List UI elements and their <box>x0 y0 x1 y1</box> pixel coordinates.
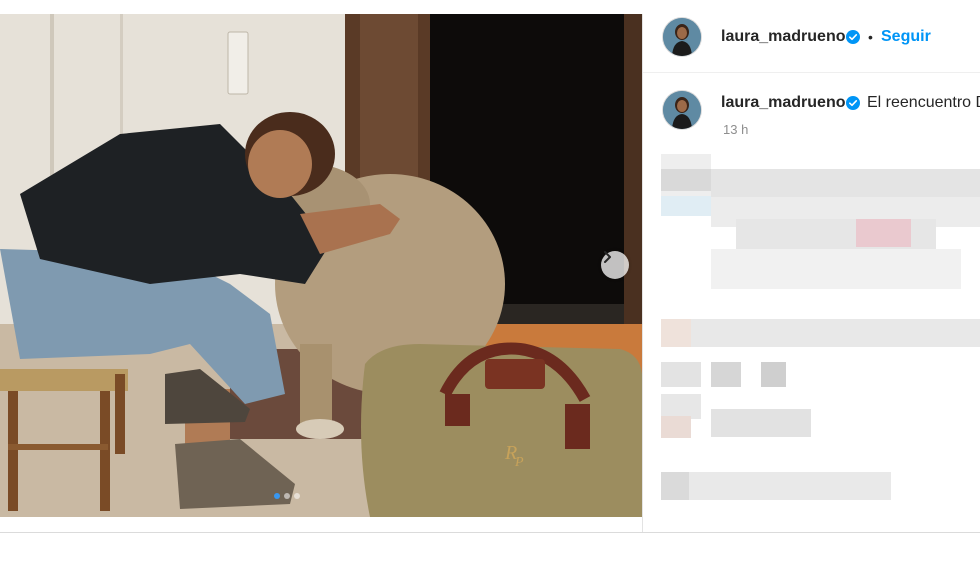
post-sidebar: laura_madrueno • Seguir laura_madrueno E… <box>642 14 980 532</box>
carousel-dot <box>294 493 300 499</box>
chevron-right-icon <box>604 251 611 263</box>
post-timestamp[interactable]: 13 h <box>723 122 748 137</box>
verified-badge-icon <box>846 30 860 44</box>
carousel-next-button[interactable] <box>601 251 629 279</box>
instagram-post: R P laura_madrueno • Seguir laura_madrue… <box>0 14 980 533</box>
blurred-comments <box>661 154 980 514</box>
carousel-dot-active <box>274 493 280 499</box>
header-separator: • <box>868 29 873 45</box>
caption-avatar[interactable] <box>663 91 701 129</box>
caption-text: El reencuentro D <box>867 94 980 111</box>
post-photo: R P <box>0 14 642 517</box>
follow-button[interactable]: Seguir <box>881 28 931 46</box>
author-avatar[interactable] <box>663 18 701 56</box>
carousel-dot <box>284 493 290 499</box>
verified-badge-icon <box>846 96 860 110</box>
svg-text:P: P <box>514 455 524 470</box>
post-header: laura_madrueno • Seguir <box>643 14 980 73</box>
avatar-image <box>663 91 701 129</box>
post-media[interactable]: R P <box>0 14 642 517</box>
carousel-indicator <box>274 493 300 499</box>
avatar-image <box>663 18 701 56</box>
author-username[interactable]: laura_madrueno <box>721 28 845 46</box>
caption-username[interactable]: laura_madrueno <box>721 94 845 112</box>
